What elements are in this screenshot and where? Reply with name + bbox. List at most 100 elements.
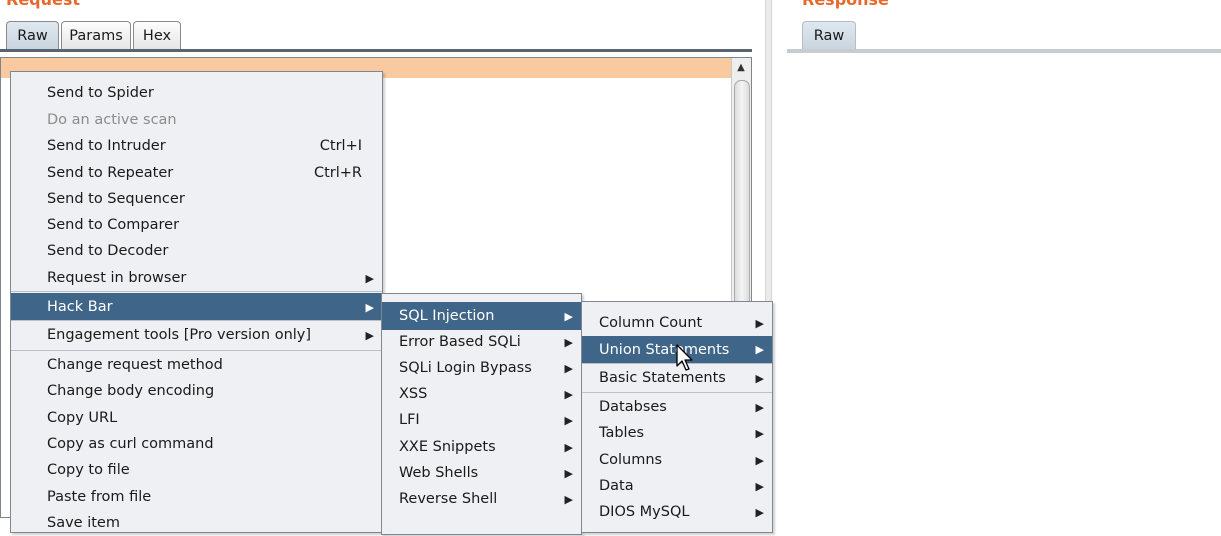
response-tabs: Raw	[802, 21, 856, 49]
chevron-right-icon: ▶	[755, 400, 764, 414]
menu-item-label: Basic Statements	[599, 370, 726, 386]
menu-item-label: Do an active scan	[47, 112, 177, 128]
menu-separator	[11, 350, 382, 351]
menu-item-send-to-comparer[interactable]: Send to Comparer	[11, 212, 382, 238]
menu-item-label: Tables	[599, 425, 645, 441]
menu-item-label: Send to Sequencer	[47, 191, 185, 207]
menu-item-save-item[interactable]: Save item	[11, 510, 382, 536]
tab-hex[interactable]: Hex	[133, 21, 181, 49]
menu-item-engagement-tools-pro-version-only[interactable]: Engagement tools [Pro version only] ▶	[11, 322, 382, 348]
chevron-right-icon: ▶	[755, 426, 764, 440]
menu-item-send-to-sequencer[interactable]: Send to Sequencer	[11, 186, 382, 212]
chevron-right-icon: ▶	[365, 271, 374, 285]
chevron-right-icon: ▶	[755, 343, 764, 356]
chevron-right-icon: ▶	[564, 492, 573, 506]
sqli-item-dios-mysql[interactable]: DIOS MySQL ▶	[582, 499, 772, 525]
menu-item-copy-url[interactable]: Copy URL	[11, 405, 382, 431]
hackbar-item-reverse-shell[interactable]: Reverse Shell ▶	[382, 486, 581, 512]
menu-item-label: Send to Comparer	[47, 217, 180, 233]
hackbar-item-error-based-sqli[interactable]: Error Based SQLi ▶	[382, 329, 581, 355]
menu-item-label: Copy URL	[47, 410, 118, 426]
chevron-right-icon: ▶	[365, 300, 374, 314]
menu-separator	[11, 320, 382, 321]
hackbar-item-xxe-snippets[interactable]: XXE Snippets ▶	[382, 434, 581, 460]
mouse-cursor-icon	[676, 344, 693, 371]
menu-item-shortcut: Ctrl+R	[313, 165, 362, 181]
request-tab-rule	[0, 49, 752, 52]
sqli-item-tables[interactable]: Tables ▶	[582, 420, 772, 446]
menu-item-label: SQLi Login Bypass	[399, 360, 532, 376]
hackbar-item-lfi[interactable]: LFI ▶	[382, 407, 581, 433]
chevron-right-icon: ▶	[564, 335, 573, 349]
chevron-right-icon: ▶	[564, 413, 573, 427]
menu-item-label: Send to Repeater	[47, 165, 174, 181]
hackbar-item-sqli-login-bypass[interactable]: SQLi Login Bypass ▶	[382, 355, 581, 381]
chevron-right-icon: ▶	[755, 371, 764, 385]
menu-item-change-body-encoding[interactable]: Change body encoding	[11, 378, 382, 404]
scroll-up-icon[interactable]: ▲	[732, 58, 750, 76]
menu-item-send-to-spider[interactable]: Send to Spider	[11, 80, 382, 106]
tab-response-raw[interactable]: Raw	[802, 21, 856, 49]
chevron-right-icon: ▶	[564, 361, 573, 375]
menu-item-label: XXE Snippets	[399, 439, 496, 455]
hackbar-item-web-shells[interactable]: Web Shells ▶	[382, 460, 581, 486]
menu-item-label: Copy as curl command	[47, 436, 214, 452]
sqli-item-data[interactable]: Data ▶	[582, 473, 772, 499]
menu-item-label: Copy to file	[47, 462, 130, 478]
menu-item-label: Databses	[599, 399, 667, 415]
menu-item-label: Union Statements	[599, 341, 730, 358]
hackbar-item-xss[interactable]: XSS ▶	[382, 381, 581, 407]
chevron-right-icon: ▶	[755, 453, 764, 467]
menu-item-label: Web Shells	[399, 465, 479, 481]
menu-item-label: Error Based SQLi	[399, 334, 521, 350]
menu-separator	[582, 392, 772, 393]
sqli-item-columns[interactable]: Columns ▶	[582, 447, 772, 473]
menu-item-label: Column Count	[599, 315, 703, 331]
request-tabs: Raw Params Hex	[6, 21, 181, 49]
chevron-right-icon: ▶	[564, 440, 573, 454]
menu-item-label: Save item	[47, 515, 120, 531]
chevron-right-icon: ▶	[564, 387, 573, 401]
menu-item-label: Send to Spider	[47, 85, 154, 101]
menu-item-label: Data	[599, 478, 634, 494]
menu-item-label: Send to Intruder	[47, 138, 166, 154]
menu-item-label: Change body encoding	[47, 383, 215, 399]
menu-separator	[11, 291, 382, 292]
menu-item-label: XSS	[399, 386, 428, 402]
menu-item-request-in-browser[interactable]: Request in browser ▶	[11, 265, 382, 291]
menu-item-label: Request in browser	[47, 270, 187, 286]
menu-item-copy-to-file[interactable]: Copy to file	[11, 457, 382, 483]
response-panel-title: Response	[802, 0, 889, 9]
menu-item-send-to-decoder[interactable]: Send to Decoder	[11, 238, 382, 264]
sqli-item-column-count[interactable]: Column Count ▶	[582, 310, 772, 336]
tab-raw[interactable]: Raw	[6, 21, 59, 49]
menu-item-send-to-intruder[interactable]: Send to Intruder Ctrl+I	[11, 133, 382, 159]
chevron-right-icon: ▶	[755, 505, 764, 519]
chevron-right-icon: ▶	[564, 466, 573, 480]
hackbar-item-sql-injection[interactable]: SQL Injection ▶	[382, 302, 581, 330]
menu-item-label: Paste from file	[47, 489, 152, 505]
menu-item-label: Change request method	[47, 357, 223, 373]
menu-item-do-an-active-scan[interactable]: Do an active scan	[11, 107, 382, 133]
menu-item-paste-from-file[interactable]: Paste from file	[11, 484, 382, 510]
menu-item-hack-bar[interactable]: Hack Bar ▶	[11, 293, 382, 321]
menu-item-shortcut: Ctrl+I	[319, 138, 362, 154]
menu-item-label: LFI	[399, 412, 420, 428]
menu-item-change-request-method[interactable]: Change request method	[11, 352, 382, 378]
chevron-right-icon: ▶	[755, 316, 764, 330]
menu-item-label: SQL Injection	[399, 308, 495, 324]
response-tab-rule	[787, 49, 1221, 53]
menu-item-send-to-repeater[interactable]: Send to Repeater Ctrl+R	[11, 160, 382, 186]
sqli-item-databses[interactable]: Databses ▶	[582, 394, 772, 420]
hackbar-submenu: SQL Injection ▶ Error Based SQLi ▶ SQLi Logi…	[381, 293, 582, 535]
chevron-right-icon: ▶	[365, 328, 374, 342]
context-menu: Send to Spider Do an active scan Send to I…	[10, 71, 383, 533]
menu-item-label: Hack Bar	[47, 299, 113, 315]
sql-injection-submenu: Column Count ▶ Union Statements ▶ Basic Stat…	[581, 301, 773, 533]
menu-item-label: Reverse Shell	[399, 491, 498, 507]
tab-params[interactable]: Params	[61, 21, 131, 49]
menu-item-label: Engagement tools [Pro version only]	[47, 327, 312, 343]
menu-item-copy-as-curl-command[interactable]: Copy as curl command	[11, 431, 382, 457]
menu-item-label: Send to Decoder	[47, 243, 169, 259]
request-panel-title: Request	[6, 0, 80, 9]
